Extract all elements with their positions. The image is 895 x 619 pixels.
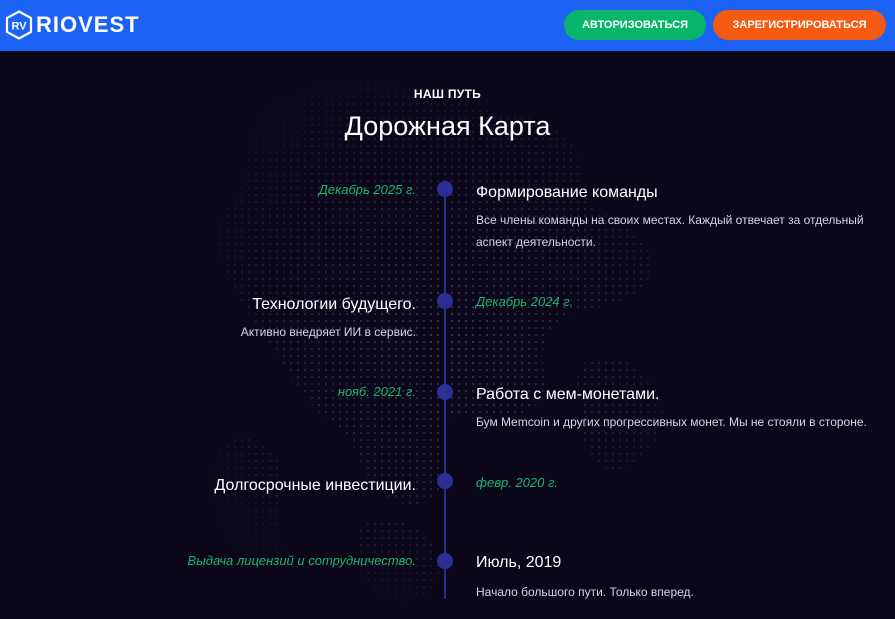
top-navbar: RV RIOVEST АВТОРИЗОВАТЬСЯ ЗАРЕГИСТРИРОВА… [0,0,895,51]
logo-hexagon-icon: RV [5,10,33,40]
logo-mark-text: RV [11,21,27,33]
timeline-dot [437,384,453,400]
timeline-dot [437,553,453,569]
brand-name: RIOVEST [36,12,140,37]
timeline-title: Технологии будущего. [252,296,416,313]
timeline-date: Декабрь 2025 г. [318,182,416,197]
timeline-dot [437,473,453,489]
register-button[interactable]: ЗАРЕГИСТРИРОВАТЬСЯ [713,10,886,40]
timeline-title: Июль, 2019 [476,554,562,571]
timeline-text: Начало большого пути. Только вперед. [476,585,694,599]
timeline-title: Формирование команды [476,184,658,201]
section-eyebrow: НАШ ПУТЬ [413,87,482,101]
login-button[interactable]: АВТОРИЗОВАТЬСЯ [564,10,706,40]
timeline-title: Работа с мем-монетами. [476,386,660,403]
timeline-dot [437,181,453,197]
timeline-date: Декабрь 2024 г. [476,294,574,309]
timeline-date: февр. 2020 г. [476,475,559,490]
timeline-text: Все члены команды на своих местах. Кажды… [476,213,864,249]
timeline-date: Выдача лицензий и сотрудничество. [187,553,416,568]
timeline-text: Активно внедряет ИИ в сервис. [240,325,416,339]
section-title: Дорожная Карта [344,111,551,141]
timeline-dot [437,293,453,309]
brand-logo[interactable]: RV RIOVEST [5,9,140,41]
timeline-title: Долгосрочные инвестиции. [214,477,416,494]
timeline-date: нояб. 2021 г. [337,384,416,399]
timeline-text: Бум Memcoin и других прогрессивных монет… [476,415,867,429]
